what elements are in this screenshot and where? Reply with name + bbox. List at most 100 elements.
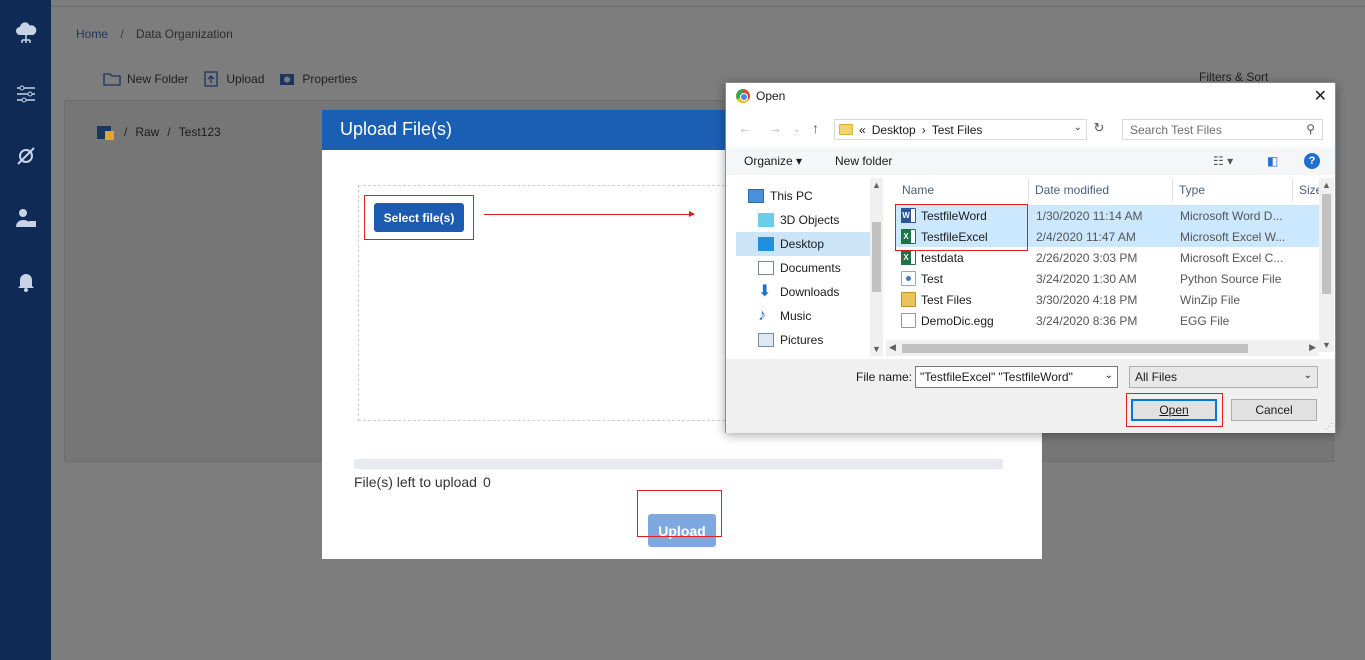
file-date: 1/30/2020 11:14 AM xyxy=(1036,208,1143,223)
nav-item-label: Documents xyxy=(780,261,841,275)
nav-item-label: Desktop xyxy=(780,237,825,251)
nav-item-documents[interactable]: Documents xyxy=(736,256,866,280)
file-date: 2/4/2020 11:47 AM xyxy=(1036,229,1136,244)
resize-grip-icon[interactable]: ⋰ xyxy=(1325,422,1333,431)
dialog-titlebar: Open xyxy=(736,89,785,103)
dialog-footer: File name: "TestfileExcel" "TestfileWord… xyxy=(726,359,1335,433)
help-icon[interactable]: ? xyxy=(1304,153,1320,169)
column-header-type[interactable]: Type xyxy=(1179,178,1205,202)
file-list-scrollbar[interactable]: ▲ ▼ xyxy=(1319,178,1334,352)
address-crumb-desktop[interactable]: Desktop xyxy=(872,123,916,137)
recent-chevron-icon[interactable]: ⌄ xyxy=(793,124,801,135)
scroll-right-icon[interactable]: ▶ xyxy=(1309,342,1316,353)
highlight-box xyxy=(364,195,474,240)
column-divider xyxy=(1028,178,1029,202)
nav-item-this-pc[interactable]: This PC xyxy=(736,184,866,208)
breadcrumb-home[interactable]: Home xyxy=(76,27,108,41)
tools-icon[interactable] xyxy=(13,143,39,169)
chrome-icon xyxy=(736,89,750,103)
open-file-dialog: Open ✕ ← → ⌄ ↑ « Desktop › Test Files ⌄ … xyxy=(725,82,1336,433)
scroll-left-icon[interactable]: ◀ xyxy=(889,342,896,353)
path-folder[interactable]: Test123 xyxy=(179,125,221,139)
file-date: 3/24/2020 8:36 PM xyxy=(1036,313,1138,328)
scroll-up-icon[interactable]: ▲ xyxy=(872,180,881,190)
python-icon xyxy=(901,271,916,286)
cloud-network-icon[interactable] xyxy=(13,20,39,46)
music-icon: ♪ xyxy=(758,307,766,324)
nav-item-music[interactable]: ♪ Music xyxy=(736,304,866,328)
horizontal-scrollbar[interactable]: ◀ ▶ xyxy=(886,340,1319,356)
scrollbar-thumb[interactable] xyxy=(902,344,1248,353)
nav-item-label: Pictures xyxy=(780,333,824,347)
file-row[interactable]: Test 3/24/2020 1:30 AM Python Source Fil… xyxy=(895,268,1323,289)
scroll-down-icon[interactable]: ▼ xyxy=(872,344,881,354)
folder-icon xyxy=(103,73,121,86)
new-folder-button[interactable]: New Folder xyxy=(103,70,188,88)
up-arrow-icon[interactable]: ↑ xyxy=(812,120,819,136)
path-raw[interactable]: Raw xyxy=(135,125,159,139)
new-folder-label: New Folder xyxy=(127,72,189,86)
toolbar: New Folder Upload Properties xyxy=(103,70,357,88)
properties-label: Properties xyxy=(302,72,358,86)
refresh-icon[interactable]: ↻ xyxy=(1090,120,1108,139)
file-name-label: File name: xyxy=(856,370,913,384)
path-separator: / xyxy=(124,125,128,139)
address-crumb-testfiles[interactable]: Test Files xyxy=(932,123,983,137)
desktop-icon xyxy=(758,237,774,251)
forward-arrow-icon[interactable]: → xyxy=(768,120,782,136)
organize-label: Organize xyxy=(744,154,793,168)
file-type: WinZip File xyxy=(1180,292,1241,307)
breadcrumb: Home / Data Organization xyxy=(76,27,233,41)
documents-icon xyxy=(758,261,774,275)
view-options-icon[interactable]: ☷ ▾ xyxy=(1213,154,1233,168)
scrollbar-thumb[interactable] xyxy=(872,222,881,292)
back-arrow-icon[interactable]: ← xyxy=(738,120,752,136)
file-row[interactable]: Test Files 3/30/2020 4:18 PM WinZip File xyxy=(895,289,1323,310)
search-input[interactable]: Search Test Files ⚲ xyxy=(1122,119,1323,140)
highlight-box xyxy=(637,490,722,537)
nav-pane-scrollbar[interactable]: ▲ ▼ xyxy=(870,178,883,356)
new-folder-dialog-button[interactable]: New folder xyxy=(835,154,892,168)
column-divider xyxy=(1292,178,1293,202)
file-type-select[interactable]: All Files ⌄ xyxy=(1129,366,1318,388)
user-lock-icon[interactable] xyxy=(13,205,39,231)
breadcrumb-separator: / xyxy=(120,27,124,41)
scrollbar-thumb[interactable] xyxy=(1322,194,1331,294)
file-row[interactable]: DemoDic.egg 3/24/2020 8:36 PM EGG File xyxy=(895,310,1323,331)
nav-item-label: Music xyxy=(780,309,812,323)
chevron-down-icon[interactable]: ⌄ xyxy=(1074,122,1082,133)
cube-icon xyxy=(758,213,774,227)
column-header-date[interactable]: Date modified xyxy=(1035,178,1109,202)
upload-label: Upload xyxy=(226,72,265,86)
organize-button[interactable]: Organize ▾ xyxy=(744,154,802,168)
address-bar[interactable]: « Desktop › Test Files ⌄ xyxy=(834,119,1087,140)
search-placeholder: Search Test Files xyxy=(1130,122,1222,137)
nav-item-3d-objects[interactable]: 3D Objects xyxy=(736,208,866,232)
file-type: Microsoft Excel W... xyxy=(1180,229,1286,244)
computer-icon xyxy=(748,189,764,203)
nav-item-downloads[interactable]: ⬇ Downloads xyxy=(736,280,866,304)
sliders-icon[interactable] xyxy=(13,81,39,107)
properties-button[interactable]: Properties xyxy=(278,70,357,88)
close-icon[interactable]: ✕ xyxy=(1314,86,1327,106)
address-prefix: « xyxy=(859,122,866,137)
address-separator: › xyxy=(921,122,926,137)
chevron-down-icon[interactable]: ⌄ xyxy=(1105,370,1113,381)
scroll-down-icon[interactable]: ▼ xyxy=(1322,340,1331,350)
cancel-button[interactable]: Cancel xyxy=(1231,399,1317,421)
file-name: DemoDic.egg xyxy=(921,313,994,328)
file-type: Python Source File xyxy=(1180,271,1282,286)
file-name-value: "TestfileExcel" "TestfileWord" xyxy=(920,370,1073,384)
bell-icon[interactable] xyxy=(13,268,39,294)
nav-item-pictures[interactable]: Pictures xyxy=(736,328,866,352)
column-header-name[interactable]: Name xyxy=(902,178,934,202)
command-bar: Organize ▾ New folder ☷ ▾ ◧ ? xyxy=(726,147,1335,175)
nav-item-desktop[interactable]: Desktop xyxy=(736,232,870,256)
search-icon: ⚲ xyxy=(1306,122,1315,136)
preview-pane-icon[interactable]: ◧ xyxy=(1267,154,1278,168)
scroll-up-icon[interactable]: ▲ xyxy=(1322,180,1331,190)
upload-button[interactable]: Upload xyxy=(202,70,264,88)
file-name-input[interactable]: "TestfileExcel" "TestfileWord" ⌄ xyxy=(915,366,1118,388)
breadcrumb-current: Data Organization xyxy=(136,27,233,41)
column-divider xyxy=(1172,178,1173,202)
